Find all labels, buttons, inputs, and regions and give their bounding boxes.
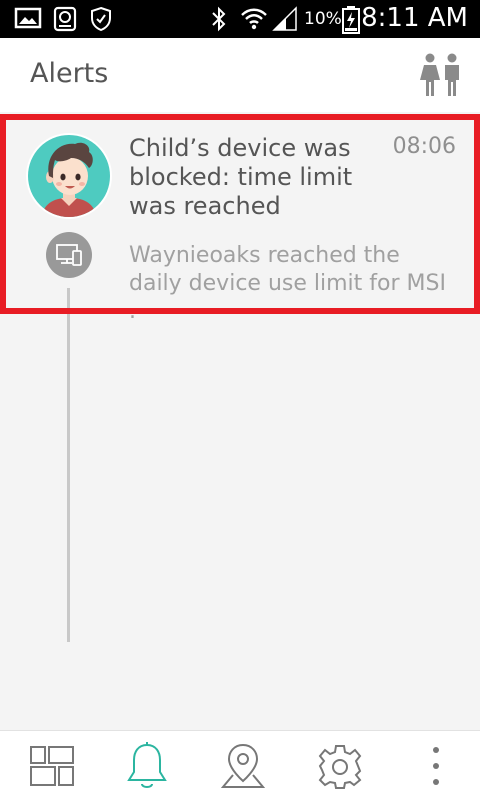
nav-location[interactable]	[215, 739, 271, 793]
shield-icon	[91, 6, 111, 32]
location-icon	[220, 743, 266, 788]
wifi-icon	[241, 8, 267, 30]
nav-more[interactable]	[408, 739, 464, 793]
bell-icon	[127, 742, 167, 788]
alerts-list[interactable]: Child’s device was blocked: time limit w…	[0, 112, 480, 730]
alert-message: Waynieoaks reached the daily device use …	[129, 243, 446, 324]
nav-alerts[interactable]	[119, 739, 175, 793]
family-icon[interactable]	[415, 52, 465, 98]
alert-time: 08:06	[392, 134, 456, 159]
nav-settings[interactable]	[312, 739, 368, 793]
bluetooth-icon	[212, 6, 226, 32]
page-title: Alerts	[30, 58, 109, 89]
battery-charging-icon	[342, 6, 360, 34]
nav-dashboard[interactable]	[24, 739, 80, 793]
signal-icon	[272, 6, 297, 31]
alert-item[interactable]: Child’s device was blocked: time limit w…	[0, 114, 480, 324]
bottom-navigation	[0, 730, 480, 801]
gear-icon	[318, 745, 362, 789]
app-header: Alerts	[0, 38, 480, 112]
status-bar: 10% 8:11 AM	[0, 0, 480, 38]
child-avatar	[26, 133, 112, 219]
image-icon	[14, 7, 42, 29]
timeline-line	[67, 288, 70, 642]
sync-icon	[53, 6, 77, 32]
devices-icon	[46, 232, 92, 278]
dashboard-icon	[30, 746, 74, 786]
more-vert-icon	[433, 747, 439, 785]
battery-percent: 10%	[304, 9, 342, 29]
clock: 8:11 AM	[361, 3, 468, 33]
alert-title: Child’s device was blocked: time limit w…	[129, 134, 353, 220]
